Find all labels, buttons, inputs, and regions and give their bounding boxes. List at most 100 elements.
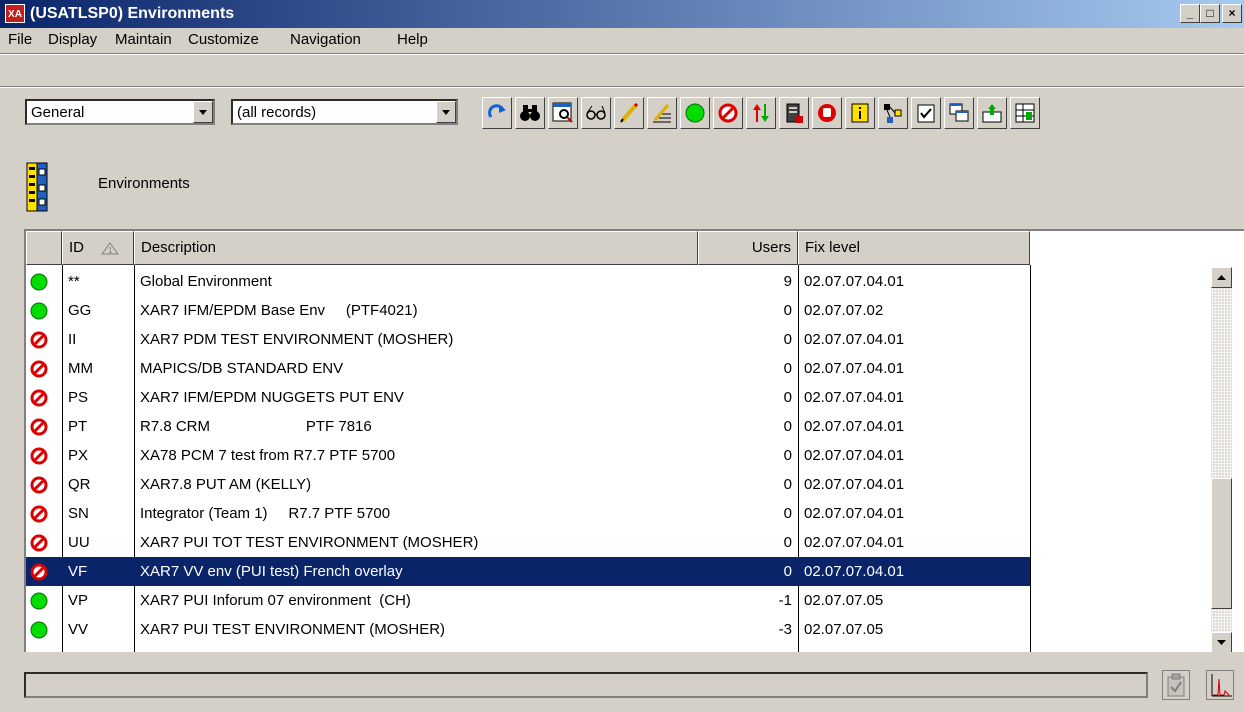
deactivate-button[interactable] [713, 97, 743, 129]
chevron-down-icon[interactable] [436, 101, 456, 123]
column-header-fix-level[interactable]: Fix level [798, 231, 1030, 265]
menu-customize[interactable]: Customize [188, 31, 259, 49]
find-list-button[interactable] [548, 97, 578, 129]
cell-users: 0 [783, 447, 792, 464]
cell-fix-level: 02.07.07.02 [804, 302, 884, 319]
inactive-status-icon [30, 360, 48, 378]
edit-lines-button[interactable] [647, 97, 677, 129]
environments-window: XA (USATLSP0) Environments _ □ × File Di… [0, 0, 1244, 712]
environments-table[interactable]: ID 1 Description Users Fix level ** Globa… [24, 229, 1244, 652]
inactive-status-icon [30, 505, 48, 523]
find-button[interactable] [515, 97, 545, 129]
maximize-button[interactable]: □ [1200, 4, 1220, 23]
cell-description: XAR7 PDM TEST ENVIRONMENT (MOSHER) [140, 331, 454, 348]
scroll-down-button[interactable] [1211, 632, 1232, 652]
windows-button[interactable] [944, 97, 974, 129]
table-row[interactable]: VV XAR7 PUI TEST ENVIRONMENT (MOSHER) -3 02… [26, 615, 1030, 644]
sort-ascending-icon: 1 [101, 242, 119, 255]
cell-fix-level: 02.07.07.04.01 [804, 418, 905, 435]
status-clipboard-button[interactable] [1162, 670, 1190, 700]
title-bar[interactable]: XA (USATLSP0) Environments _ □ × [0, 0, 1244, 28]
cell-description: XAR7 VV env (PUI test) French overlay [140, 563, 403, 580]
chevron-down-icon[interactable] [193, 101, 213, 123]
server-button[interactable] [779, 97, 809, 129]
menu-file[interactable]: File [8, 31, 32, 49]
graph-icon [1211, 674, 1232, 697]
menu-navigation[interactable]: Navigation [290, 31, 361, 49]
section-title: Environments [98, 175, 190, 192]
table-row[interactable]: PT R7.8 CRM PTF 7816 0 02.07.07.04.01 [26, 412, 1030, 441]
table-row[interactable]: QR XAR7.8 PUT AM (KELLY) 0 02.07.07.04.01 [26, 470, 1030, 499]
cell-fix-level: 02.07.07.04.01 [804, 505, 905, 522]
clipboard-check-icon [1167, 673, 1185, 697]
cell-id: PX [68, 447, 89, 464]
scroll-up-button[interactable] [1211, 267, 1232, 288]
cell-description: XA78 PCM 7 test from R7.7 PTF 5700 [140, 447, 396, 464]
vertical-scrollbar[interactable] [1211, 267, 1232, 652]
cell-users: -1 [778, 592, 792, 609]
column-header-id[interactable]: ID 1 [62, 231, 134, 265]
column-header-users[interactable]: Users [698, 231, 798, 265]
activate-button[interactable] [680, 97, 710, 129]
export-icon [982, 104, 1002, 123]
checklist-button[interactable] [911, 97, 941, 129]
inactive-status-icon [30, 563, 48, 581]
glasses-icon [586, 105, 606, 120]
cell-id: VV [68, 621, 89, 638]
stop-button[interactable] [812, 97, 842, 129]
move-button[interactable] [746, 97, 776, 129]
cell-users: 0 [783, 418, 792, 435]
export-button[interactable] [977, 97, 1007, 129]
menu-help[interactable]: Help [397, 31, 428, 49]
green-circle-icon [685, 103, 705, 123]
table-row[interactable]: VP XAR7 PUI Inforum 07 environment (CH) -1… [26, 586, 1030, 615]
no-entry-icon [718, 103, 738, 123]
table-row[interactable]: GG XAR7 IFM/EPDM Base Env (PTF4021) 0 02.07… [26, 296, 1030, 325]
active-status-icon [30, 621, 48, 639]
edit-button[interactable] [614, 97, 644, 129]
table-row[interactable]: UU XAR7 PUI TOT TEST ENVIRONMENT (MOSHER)… [26, 528, 1030, 557]
cell-users: 0 [783, 563, 792, 580]
menu-maintain[interactable]: Maintain [115, 31, 172, 49]
menu-separator [0, 53, 1244, 55]
network-button[interactable] [878, 97, 908, 129]
column-header-description[interactable]: Description [134, 231, 698, 265]
view-select[interactable]: General [25, 99, 215, 125]
cell-id: VP [68, 592, 89, 609]
cell-fix-level: 02.07.07.05 [804, 621, 884, 638]
minimize-button[interactable]: _ [1180, 4, 1200, 23]
find-list-icon [552, 102, 573, 123]
menu-display[interactable]: Display [48, 31, 97, 49]
refresh-button[interactable] [482, 97, 512, 129]
inactive-status-icon [30, 418, 48, 436]
cell-id: ** [68, 273, 80, 290]
cell-users: -3 [778, 621, 792, 638]
toolbar-separator [0, 86, 1244, 88]
cell-id: PT [68, 418, 88, 435]
table-row[interactable]: II XAR7 PDM TEST ENVIRONMENT (MOSHER) 0 02.… [26, 325, 1030, 354]
table-row[interactable]: VF XAR7 VV env (PUI test) French overlay 0… [26, 557, 1030, 586]
status-graph-button[interactable] [1206, 670, 1234, 700]
window-title: (USATLSP0) Environments [30, 5, 235, 22]
checklist-icon [917, 104, 935, 123]
cell-users: 0 [783, 389, 792, 406]
table-row[interactable]: PS XAR7 IFM/EPDM NUGGETS PUT ENV 0 02.07.07… [26, 383, 1030, 412]
environments-icon [26, 162, 48, 212]
pencil-icon [620, 102, 639, 123]
app-icon[interactable]: XA [5, 4, 25, 23]
table-row[interactable]: SN Integrator (Team 1) R7.7 PTF 5700 0 02.0… [26, 499, 1030, 528]
table-row[interactable]: MM MAPICS/DB STANDARD ENV 0 02.07.07.04.01 [26, 354, 1030, 383]
cell-fix-level: 02.07.07.04.01 [804, 534, 905, 551]
view-button[interactable] [581, 97, 611, 129]
column-header-status[interactable] [26, 231, 62, 265]
cell-users: 0 [783, 360, 792, 377]
table-row[interactable]: ** Global Environment 9 02.07.07.04.01 [26, 267, 1030, 296]
close-button[interactable]: × [1222, 4, 1242, 23]
cell-description: Integrator (Team 1) R7.7 PTF 5700 [140, 505, 391, 522]
table-tools-button[interactable] [1010, 97, 1040, 129]
cell-users: 0 [783, 505, 792, 522]
table-row[interactable]: PX XA78 PCM 7 test from R7.7 PTF 5700 0 02.… [26, 441, 1030, 470]
filter-select[interactable]: (all records) [231, 99, 458, 125]
info-button[interactable] [845, 97, 875, 129]
scrollbar-thumb[interactable] [1211, 478, 1232, 609]
